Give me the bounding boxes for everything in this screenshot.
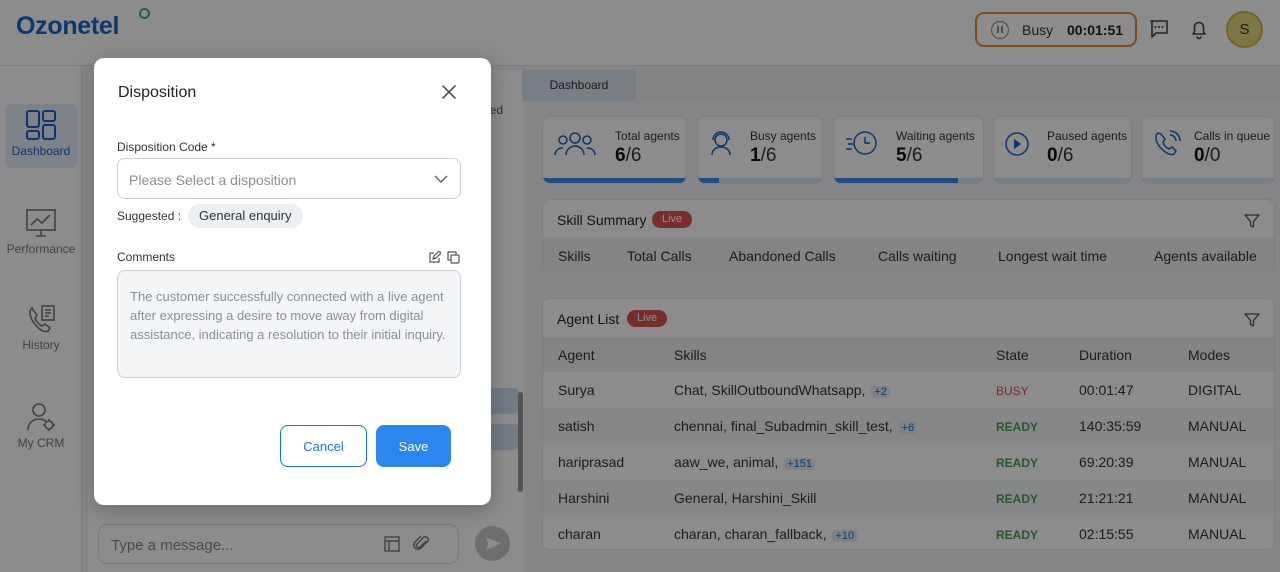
disposition-modal: Disposition Disposition Code * Please Se… xyxy=(94,58,491,505)
cancel-button[interactable]: Cancel xyxy=(280,425,367,467)
save-button[interactable]: Save xyxy=(376,425,451,467)
disposition-select-placeholder: Please Select a disposition xyxy=(129,172,297,188)
suggested-label: Suggested : xyxy=(117,209,182,223)
close-icon[interactable] xyxy=(439,82,459,102)
chevron-down-icon xyxy=(434,175,448,184)
comments-textarea[interactable]: The customer successfully connected with… xyxy=(117,270,461,378)
modal-title: Disposition xyxy=(118,84,197,101)
suggested-disposition-chip[interactable]: General enquiry xyxy=(188,204,303,228)
edit-icon[interactable] xyxy=(428,251,441,264)
disposition-select[interactable]: Please Select a disposition xyxy=(117,158,461,199)
comments-label: Comments xyxy=(117,250,176,264)
copy-icon[interactable] xyxy=(447,251,460,264)
disposition-code-label: Disposition Code * xyxy=(117,140,216,154)
